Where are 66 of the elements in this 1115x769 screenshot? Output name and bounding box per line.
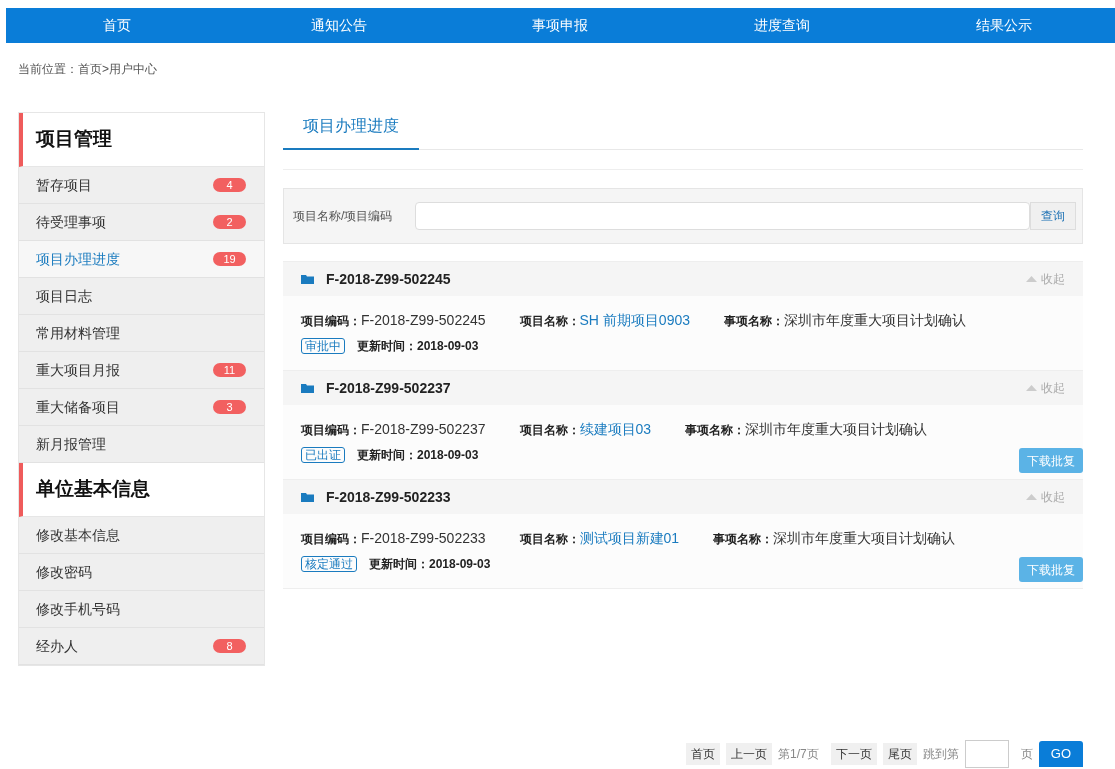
item-name: 事项名称：深圳市年度重大项目计划确认 [685, 420, 928, 439]
project-name: 项目名称：续建项目03 [519, 420, 652, 439]
sidebar-heading-text: 项目管理 [36, 127, 112, 152]
sidebar-item[interactable]: 项目日志 [19, 278, 264, 315]
search-label: 项目名称/项目编码 [293, 208, 394, 225]
status-tag: 审批中 [301, 338, 345, 354]
count-badge: 8 [213, 639, 246, 653]
sidebar-item[interactable]: 待受理事项 2 [19, 204, 264, 241]
sidebar-item[interactable]: 修改密码 [19, 554, 264, 591]
project-name-link[interactable]: 测试项目新建01 [579, 530, 680, 546]
project-code: 项目编码：F-2018-Z99-502245 [301, 311, 486, 330]
search-button[interactable]: 查询 [1030, 202, 1076, 230]
breadcrumb: 当前位置：首页>用户中心 [18, 61, 157, 78]
sidebar-item[interactable]: 常用材料管理 [19, 315, 264, 352]
sidebar-item[interactable]: 重大项目月报 11 [19, 352, 264, 389]
project-code-title: F-2018-Z99-502245 [326, 269, 451, 289]
jump-label: 跳到第 [922, 746, 959, 763]
triangle-up-icon [1026, 385, 1037, 391]
page-indicator: 第1/7页 [778, 746, 819, 763]
nav-link[interactable]: 结果公示 [893, 8, 1115, 43]
project-name: 项目名称：测试项目新建01 [519, 529, 680, 548]
page-button[interactable]: 上一页 [726, 743, 773, 765]
page-button[interactable]: 下一页 [830, 743, 877, 765]
triangle-up-icon [1026, 494, 1037, 500]
folder-icon [301, 274, 314, 284]
sidebar-item[interactable]: 修改手机号码 [19, 591, 264, 628]
project-code: 项目编码：F-2018-Z99-502237 [301, 420, 486, 439]
nav-link[interactable]: 事项申报 [449, 8, 672, 43]
nav-link[interactable]: 通知公告 [227, 8, 450, 43]
project-code-title: F-2018-Z99-502237 [326, 378, 451, 398]
project-name-link[interactable]: SH 前期项目0903 [579, 312, 690, 328]
item-name: 事项名称：深圳市年度重大项目计划确认 [724, 311, 966, 330]
page-input[interactable] [964, 740, 1009, 768]
nav-link[interactable]: 首页 [6, 8, 228, 43]
nav-link[interactable]: 进度查询 [671, 8, 894, 43]
sidebar-item[interactable]: 项目办理进度 19 [19, 241, 264, 278]
sidebar-item[interactable]: 经办人 8 [19, 628, 264, 665]
update-time: 更新时间：2018-09-03 [357, 447, 479, 464]
sidebar-item[interactable]: 修改基本信息 [19, 517, 264, 554]
sidebar-heading-text: 单位基本信息 [36, 477, 150, 502]
update-time: 更新时间：2018-09-03 [357, 338, 479, 355]
project-code-title: F-2018-Z99-502233 [326, 487, 451, 507]
page-button[interactable]: 首页 [686, 743, 721, 765]
sidebar-item[interactable]: 重大储备项目 3 [19, 389, 264, 426]
count-badge: 2 [213, 215, 246, 229]
project-name-link[interactable]: 续建项目03 [579, 421, 652, 437]
page-unit: 页 [1020, 746, 1033, 763]
sidebar-item[interactable]: 暂存项目 4 [19, 167, 264, 204]
count-badge: 11 [213, 363, 246, 377]
count-badge: 19 [213, 252, 246, 266]
folder-icon [301, 383, 314, 393]
sidebar-item[interactable]: 新月报管理 [19, 426, 264, 463]
update-time: 更新时间：2018-09-03 [369, 556, 491, 573]
status-tag: 核定通过 [301, 556, 357, 572]
count-badge: 3 [213, 400, 246, 414]
page-button[interactable]: 尾页 [882, 743, 917, 765]
count-badge: 4 [213, 178, 246, 192]
status-tag: 已出证 [301, 447, 345, 463]
tab[interactable]: 项目办理进度 [283, 114, 419, 150]
project-name: 项目名称：SH 前期项目0903 [519, 311, 690, 330]
triangle-up-icon [1026, 276, 1037, 282]
item-name: 事项名称：深圳市年度重大项目计划确认 [713, 529, 956, 548]
search-field[interactable] [415, 202, 1030, 230]
go-button[interactable]: GO [1038, 741, 1083, 767]
project-code: 项目编码：F-2018-Z99-502233 [301, 529, 486, 548]
folder-icon [301, 492, 314, 502]
